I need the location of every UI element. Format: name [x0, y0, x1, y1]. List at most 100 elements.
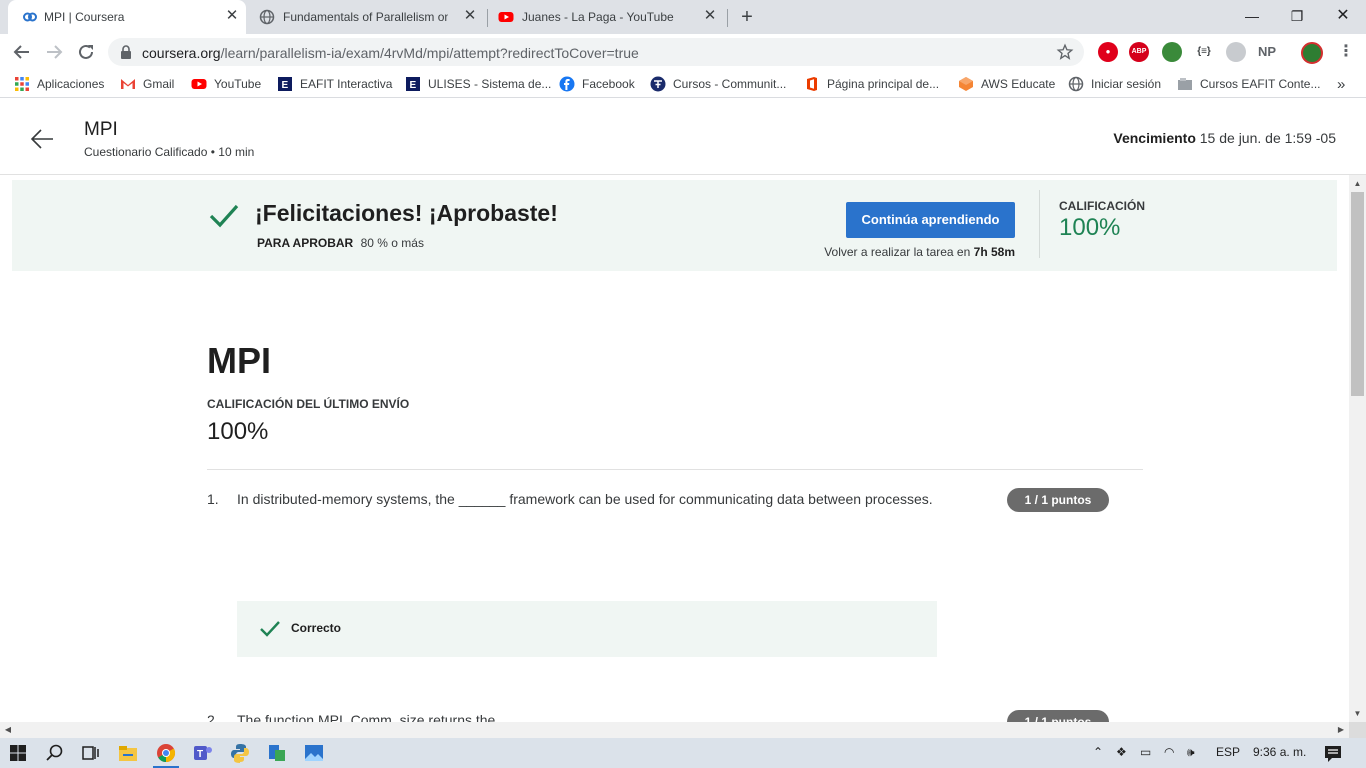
- abp-icon[interactable]: ABP: [1129, 42, 1149, 62]
- pass-title: ¡Felicitaciones! ¡Aprobaste!: [255, 200, 558, 226]
- bookmark-youtube[interactable]: YouTube: [191, 76, 261, 92]
- pass-banner: ¡Felicitaciones! ¡Aprobaste! PARA APROBA…: [12, 180, 1337, 271]
- file-explorer-icon[interactable]: [117, 742, 139, 764]
- close-tab-icon[interactable]: ✕: [462, 8, 478, 24]
- bookmark-label: Página principal de...: [827, 77, 940, 91]
- apps-grid-icon: [15, 77, 29, 91]
- bookmark-aplicaciones[interactable]: Aplicaciones: [14, 76, 104, 92]
- retry-timer: Volver a realizar la tarea en 7h 58m: [824, 245, 1015, 259]
- tab-coursera[interactable]: MPI | Coursera ✕: [8, 0, 246, 34]
- language-indicator[interactable]: ESP: [1216, 745, 1240, 759]
- bookmark-label: ULISES - Sistema de...: [428, 77, 552, 91]
- pass-label: PARA APROBAR: [257, 236, 354, 250]
- scroll-left-icon[interactable]: ◀: [0, 722, 16, 738]
- bookmark-eafit-interactiva[interactable]: E EAFIT Interactiva: [277, 76, 392, 92]
- compass-extension-icon[interactable]: [1226, 42, 1246, 62]
- address-bar[interactable]: coursera.org/learn/parallelism-ia/exam/4…: [108, 38, 1084, 66]
- page-header: MPI Cuestionario Calificado • 10 min Ven…: [0, 103, 1366, 175]
- page-title: MPI: [84, 119, 118, 140]
- adblock-red-icon[interactable]: ●: [1098, 42, 1118, 62]
- divider: [207, 469, 1143, 470]
- svg-text:E: E: [282, 80, 289, 91]
- continue-learning-button[interactable]: Continúa aprendiendo: [846, 202, 1015, 238]
- coursera-icon: [23, 12, 37, 22]
- tab-youtube[interactable]: Juanes - La Paga - YouTube ✕: [490, 0, 726, 34]
- dropbox-icon[interactable]: ❖: [1116, 745, 1127, 759]
- globe-extension-icon[interactable]: [1162, 42, 1182, 62]
- scroll-up-icon[interactable]: ▲: [1349, 175, 1366, 192]
- tab-title: MPI | Coursera: [44, 10, 125, 24]
- clock[interactable]: 9:36 a. m.: [1253, 745, 1306, 759]
- globe-icon: [259, 9, 275, 25]
- python-icon[interactable]: [229, 742, 251, 764]
- tab-title: Juanes - La Paga - YouTube: [522, 10, 674, 24]
- new-tab-button[interactable]: +: [737, 7, 757, 27]
- search-icon[interactable]: [44, 742, 66, 764]
- retry-time: 7h 58m: [973, 245, 1015, 259]
- bookmark-ulises[interactable]: E ULISES - Sistema de...: [405, 76, 551, 92]
- reload-icon[interactable]: [74, 40, 98, 64]
- question-number: 1.: [207, 491, 219, 507]
- bookmark-office[interactable]: Página principal de...: [804, 76, 939, 92]
- app-icon[interactable]: [266, 742, 288, 764]
- menu-dots-icon[interactable]: ⋮: [1336, 42, 1356, 62]
- lock-icon: [121, 45, 131, 59]
- tab-fundamentals[interactable]: Fundamentals of Parallelism on In ✕: [250, 0, 486, 34]
- bookmark-label: YouTube: [214, 77, 262, 91]
- due-label: Vencimiento: [1113, 130, 1196, 146]
- bookmark-cursos-community[interactable]: Cursos - Communit...: [650, 76, 786, 92]
- close-tab-icon[interactable]: ✕: [702, 8, 718, 24]
- json-extension-icon[interactable]: {≡}: [1194, 42, 1214, 62]
- grade-label: CALIFICACIÓN: [1059, 199, 1145, 213]
- bookmark-label: Facebook: [582, 77, 635, 91]
- bookmark-label: Aplicaciones: [37, 77, 105, 91]
- bookmark-star-icon[interactable]: [1056, 43, 1074, 61]
- aws-icon: [959, 77, 973, 91]
- chrome-icon[interactable]: [155, 742, 177, 764]
- feedback-label: Correcto: [291, 621, 342, 635]
- community-icon: [650, 76, 666, 92]
- profile-avatar-icon[interactable]: [1301, 42, 1323, 64]
- back-arrow-icon[interactable]: [28, 125, 56, 153]
- wifi-icon[interactable]: ◠: [1164, 745, 1174, 759]
- notifications-icon[interactable]: [1322, 742, 1344, 764]
- quiz-title: MPI: [207, 340, 272, 381]
- pass-value: 80 % o más: [360, 236, 424, 250]
- question-text: In distributed-memory systems, the _____…: [237, 491, 933, 507]
- volume-icon[interactable]: 🕪: [1187, 745, 1195, 760]
- close-window-button[interactable]: ✕: [1328, 5, 1358, 27]
- bookmark-gmail[interactable]: Gmail: [120, 76, 174, 92]
- photos-icon[interactable]: [303, 742, 325, 764]
- vertical-scrollbar[interactable]: ▲ ▼: [1349, 175, 1366, 722]
- close-tab-icon[interactable]: ✕: [224, 8, 240, 24]
- bookmarks-overflow-button[interactable]: »: [1337, 76, 1345, 93]
- facebook-icon: [559, 76, 575, 92]
- bookmark-iniciar-sesion[interactable]: Iniciar sesión: [1068, 76, 1161, 92]
- points-badge: 1 / 1 puntos: [1007, 488, 1109, 512]
- scrollbar-thumb[interactable]: [1351, 192, 1364, 396]
- windows-start-icon[interactable]: [7, 742, 29, 764]
- battery-icon[interactable]: ▭: [1140, 745, 1151, 759]
- bookmark-cursos-eafit[interactable]: Cursos EAFIT Conte...: [1177, 76, 1321, 92]
- restore-button[interactable]: ❐: [1282, 5, 1312, 27]
- teams-icon[interactable]: T: [192, 742, 214, 764]
- minimize-button[interactable]: —: [1237, 5, 1267, 27]
- scroll-right-icon[interactable]: ▶: [1333, 722, 1349, 738]
- forward-icon[interactable]: [42, 40, 66, 64]
- horizontal-scrollbar[interactable]: ◀ ▶: [0, 722, 1349, 738]
- task-view-icon[interactable]: [79, 742, 101, 764]
- eafit-icon: E: [278, 77, 292, 91]
- bookmark-aws-educate[interactable]: AWS Educate: [958, 76, 1055, 92]
- np-extension-icon[interactable]: NP: [1257, 42, 1277, 62]
- svg-text:E: E: [410, 80, 417, 91]
- bookmark-label: Cursos - Communit...: [673, 77, 787, 91]
- url-text: coursera.org/learn/parallelism-ia/exam/4…: [142, 45, 639, 61]
- bookmark-facebook[interactable]: Facebook: [559, 76, 635, 92]
- scroll-down-icon[interactable]: ▼: [1349, 705, 1366, 722]
- due-value: 15 de jun. de 1:59 -05: [1199, 130, 1336, 146]
- url-path: /learn/parallelism-ia/exam/4rvMd/mpi/att…: [220, 45, 639, 61]
- tray-chevron-icon[interactable]: ⌃: [1093, 745, 1103, 759]
- folder-icon: [1178, 78, 1192, 90]
- back-icon[interactable]: [10, 40, 34, 64]
- browser-tab-strip: MPI | Coursera ✕ Fundamentals of Paralle…: [0, 0, 1366, 34]
